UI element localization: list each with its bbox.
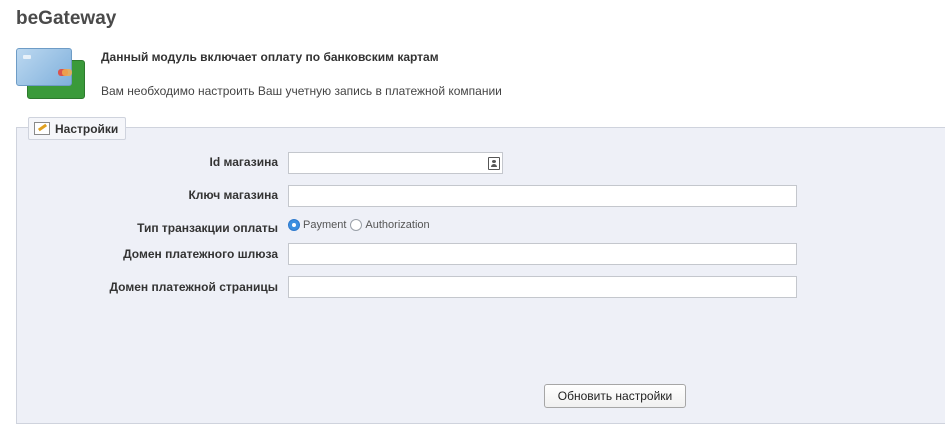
edit-icon — [34, 122, 50, 135]
module-description: Вам необходимо настроить Ваш учетную зап… — [101, 84, 502, 98]
gateway-domain-input[interactable] — [288, 243, 797, 265]
shop-id-label: Id магазина — [209, 155, 278, 169]
gateway-domain-label: Домен платежного шлюза — [123, 247, 278, 261]
transaction-type-label: Тип транзакции оплаты — [137, 221, 278, 235]
settings-legend-label: Настройки — [55, 121, 119, 136]
module-heading: Данный модуль включает оплату по банковс… — [101, 50, 439, 64]
contact-card-icon[interactable] — [488, 157, 500, 170]
checkout-domain-label: Домен платежной страницы — [109, 280, 278, 294]
settings-legend: Настройки — [28, 117, 127, 140]
payment-radio[interactable] — [288, 219, 300, 231]
checkout-domain-input[interactable] — [288, 276, 797, 298]
shop-id-input[interactable] — [288, 152, 503, 174]
update-settings-button[interactable]: Обновить настройки — [544, 384, 686, 408]
credit-cards-icon — [16, 48, 85, 99]
payment-radio-label[interactable]: Payment — [303, 219, 346, 231]
shop-key-label: Ключ магазина — [188, 188, 278, 202]
authorization-radio-label[interactable]: Authorization — [365, 219, 429, 231]
app-title: beGateway — [16, 8, 117, 29]
authorization-radio[interactable] — [350, 219, 363, 231]
shop-key-input[interactable] — [288, 185, 797, 207]
transaction-type-radio-group: Payment Authorization — [288, 219, 434, 231]
